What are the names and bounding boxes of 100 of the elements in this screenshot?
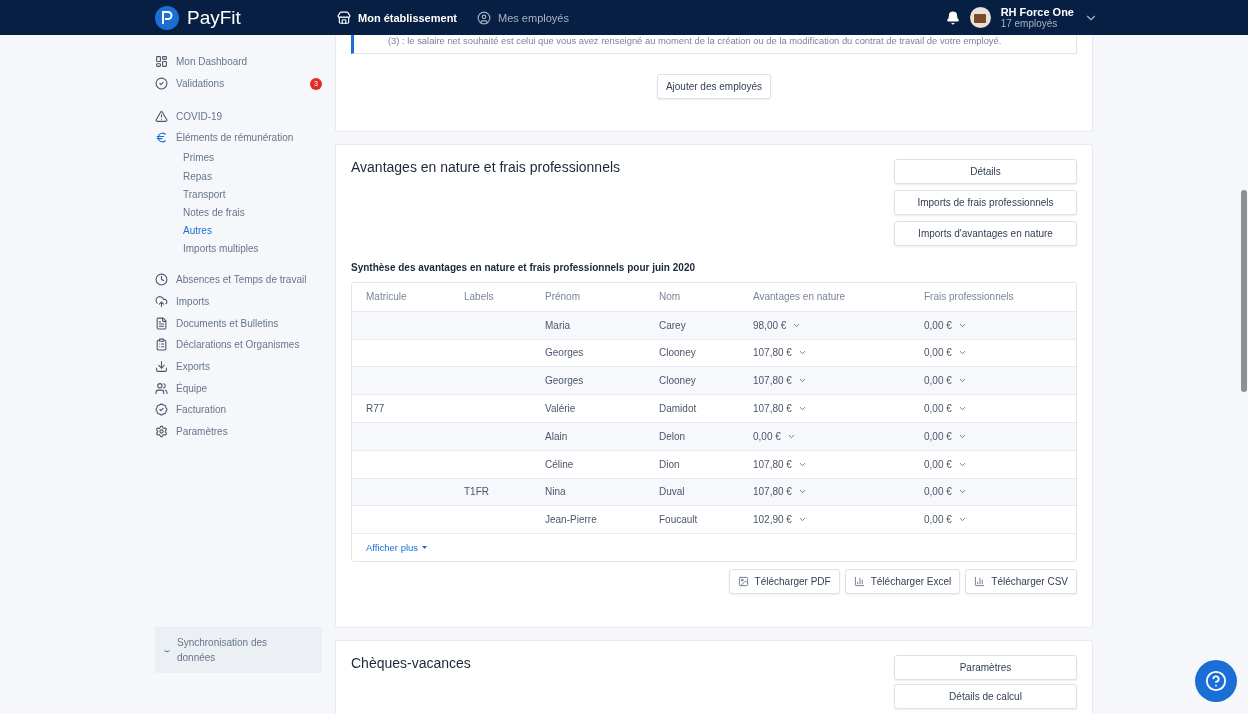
sidebar-subitem[interactable]: Imports multiples <box>155 239 322 258</box>
badge-icon <box>155 403 168 417</box>
section-title: Avantages en nature et frais professionnels <box>351 159 621 177</box>
table-cell-text: R77 <box>366 403 386 415</box>
sidebar-item[interactable]: Paramètres <box>155 420 322 443</box>
amount-dropdown[interactable]: 107,80 € <box>753 486 924 498</box>
table-cell-text: Clooney <box>659 375 697 387</box>
column-header: Prénom <box>545 291 581 303</box>
table-cell-text: Dion <box>659 458 681 470</box>
document-icon <box>155 316 168 330</box>
action-button[interactable]: Détails de calcul <box>894 684 1077 710</box>
show-more-link[interactable]: Afficher plus <box>366 542 428 554</box>
sidebar-item[interactable]: Déclarations et Organismes <box>155 333 322 356</box>
column-header: Nom <box>659 291 682 303</box>
table-cell-text: Delon <box>659 430 687 442</box>
sidebar-item[interactable]: COVID-19 <box>155 105 322 128</box>
help-icon <box>1205 670 1227 692</box>
amount-dropdown[interactable]: 0,00 € <box>924 430 1076 442</box>
amount-dropdown[interactable]: 0,00 € <box>924 347 1076 359</box>
cloud-upload-icon <box>155 294 168 308</box>
store-icon <box>337 10 351 25</box>
table-cell-text: Maria <box>545 319 571 331</box>
action-button[interactable]: Détails <box>894 159 1077 184</box>
account-name: RH Force One <box>1000 6 1074 18</box>
column-header: Frais professionnels <box>924 291 1015 303</box>
sidebar-item[interactable]: Absences et Temps de travail <box>155 268 322 291</box>
amount-dropdown[interactable]: 107,80 € <box>753 403 924 415</box>
sidebar-subitem[interactable]: Repas <box>155 166 322 186</box>
table-cell-text: Clooney <box>659 347 697 359</box>
help-button[interactable] <box>1195 660 1237 702</box>
amount-dropdown[interactable]: 0,00 € <box>924 458 1076 470</box>
sync-status[interactable]: Synchronisation des données <box>155 627 322 673</box>
table-cell-text: Nina <box>545 486 567 498</box>
clock-icon <box>155 273 168 287</box>
sidebar-item[interactable]: Facturation <box>155 399 322 421</box>
amount-dropdown[interactable]: 102,90 € <box>753 514 924 526</box>
settings-icon <box>155 425 168 439</box>
people-icon <box>155 381 168 395</box>
brand-name: PayFit <box>187 6 241 29</box>
avatar-icon[interactable] <box>969 7 991 28</box>
nav-tab[interactable]: Mon établissement <box>337 10 458 25</box>
action-button[interactable]: Imports d'avantages en nature <box>894 221 1077 246</box>
table-cell-text: Alain <box>545 430 569 442</box>
amount-dropdown[interactable]: 0,00 € <box>924 486 1076 498</box>
download-icon <box>155 359 168 373</box>
amount-dropdown[interactable]: 0,00 € <box>753 430 924 442</box>
section-title: Chèques-vacances <box>351 655 471 674</box>
image-icon <box>737 576 749 588</box>
bar-chart-icon <box>974 576 986 588</box>
user-icon <box>477 10 492 25</box>
sidebar-subitem[interactable]: Primes <box>155 148 322 167</box>
amount-dropdown[interactable]: 98,00 € <box>753 319 924 331</box>
sidebar-subitem[interactable]: Notes de frais <box>155 203 322 222</box>
table-cell-text: Georges <box>545 347 585 359</box>
sidebar-subitem[interactable]: Transport <box>155 185 322 204</box>
nav-tab[interactable]: Mes employés <box>477 10 569 25</box>
download-button[interactable]: Télécharger PDF <box>728 569 840 595</box>
amount-dropdown[interactable]: 107,80 € <box>753 375 924 387</box>
euro-icon <box>155 131 168 145</box>
amount-dropdown[interactable]: 107,80 € <box>753 347 924 359</box>
column-header: Avantages en nature <box>753 291 847 303</box>
action-button[interactable]: Imports de frais professionnels <box>894 190 1077 215</box>
warning-icon <box>155 109 168 123</box>
add-employees-button[interactable]: Ajouter des employés <box>656 74 772 99</box>
amount-dropdown[interactable]: 0,00 € <box>924 403 1076 415</box>
check-circle-icon <box>155 77 168 91</box>
caret-icon <box>422 546 428 550</box>
sidebar-item[interactable]: Équipe <box>155 377 322 399</box>
table-cell-text: Damidot <box>659 403 698 415</box>
download-button[interactable]: Télécharger CSV <box>965 569 1077 595</box>
notification-icon[interactable] <box>945 10 960 25</box>
table-cell-text: Duval <box>659 486 686 498</box>
sidebar-item[interactable]: Documents et Bulletins <box>155 312 322 334</box>
amount-dropdown[interactable]: 0,00 € <box>924 319 1076 331</box>
table-cell-text: Georges <box>545 375 585 387</box>
dashboard-icon <box>155 55 168 69</box>
amount-dropdown[interactable]: 0,00 € <box>924 514 1076 526</box>
download-button[interactable]: Télécharger Excel <box>844 569 961 595</box>
sidebar-subitem[interactable]: Autres <box>155 221 322 240</box>
column-header: Matricule <box>366 291 408 303</box>
sidebar-item[interactable]: Imports <box>155 290 322 313</box>
sidebar-item[interactable]: Mon Dashboard <box>155 51 322 73</box>
sidebar-item[interactable]: Exports <box>155 355 322 378</box>
column-header: Labels <box>464 291 495 303</box>
account-subtitle: 17 employés <box>1000 18 1059 29</box>
amount-dropdown[interactable]: 107,80 € <box>753 458 924 470</box>
amount-dropdown[interactable]: 0,00 € <box>924 375 1076 387</box>
sidebar-item[interactable]: Éléments de rémunération <box>155 127 322 149</box>
action-button[interactable]: Paramètres <box>894 655 1077 681</box>
logo-icon <box>155 5 179 30</box>
footnote-text: (3) : le salaire net souhaité est celui que vous avez renseigné au moment de la création ou de la modification du contrat de travail de votre employé. <box>351 35 1077 54</box>
scrollbar-thumb[interactable] <box>1241 190 1247 392</box>
bar-chart-icon <box>853 576 865 588</box>
table-cell-text: Céline <box>545 458 575 470</box>
table-cell-text: Jean-Pierre <box>545 514 598 526</box>
table-cell-text: Valérie <box>545 403 577 415</box>
table-cell-text: Carey <box>659 319 687 331</box>
clipboard-icon <box>155 338 168 352</box>
table-cell-text: Foucault <box>659 514 699 526</box>
table-title: Synthèse des avantages en nature et frais professionnels pour juin 2020 <box>351 262 696 273</box>
